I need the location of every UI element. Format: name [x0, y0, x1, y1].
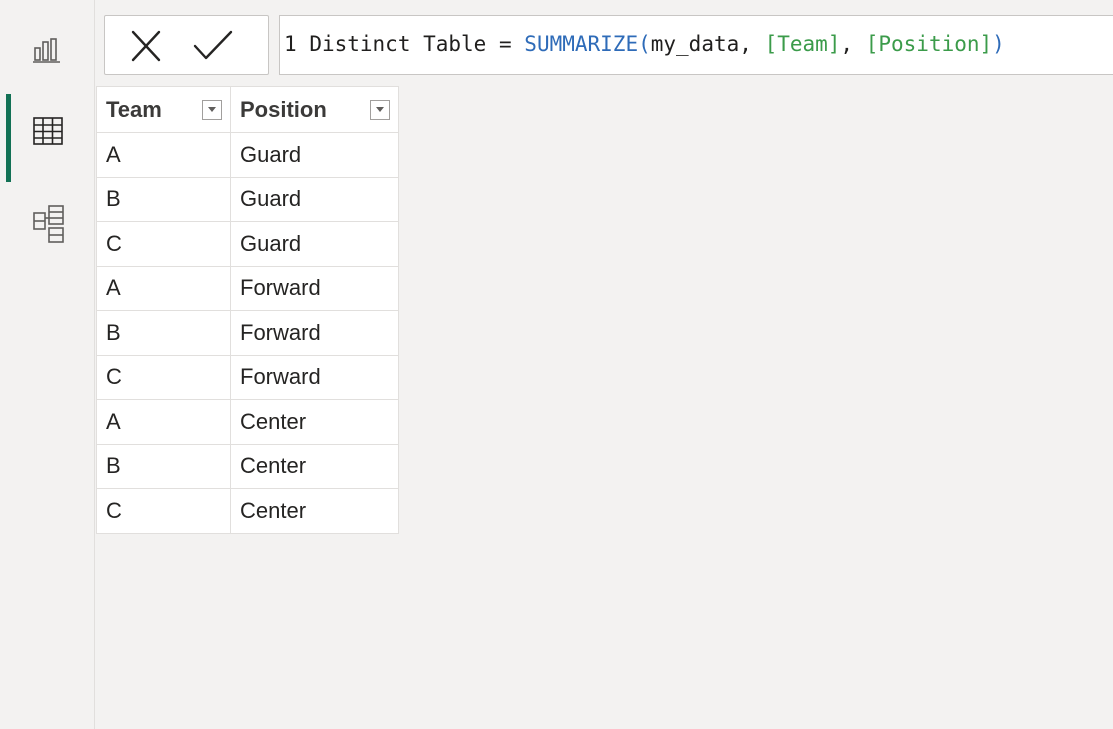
team-cell[interactable]: C: [96, 488, 231, 534]
column-header-team[interactable]: Team: [96, 86, 231, 133]
team-cell[interactable]: C: [96, 354, 231, 400]
table-icon: [33, 117, 63, 145]
model-view-button[interactable]: [0, 186, 94, 246]
column-header-position[interactable]: Position: [230, 86, 399, 133]
team-cell[interactable]: A: [96, 132, 231, 178]
function-name: SUMMARIZE: [524, 32, 639, 56]
report-view-button[interactable]: [0, 18, 94, 78]
equals-operator: =: [498, 32, 512, 56]
line-number: 1: [284, 32, 297, 56]
open-paren: (: [638, 32, 651, 56]
team-column-ref: [Team]: [764, 32, 841, 56]
column-header-label: Position: [240, 96, 327, 122]
position-cell[interactable]: Guard: [230, 132, 399, 178]
table-name: Distinct Table: [309, 32, 487, 56]
table-row: A Center: [96, 399, 399, 445]
team-cell[interactable]: B: [96, 176, 231, 222]
table-header-row: Team Position: [96, 86, 399, 133]
table-argument: my_data,: [650, 32, 752, 56]
table-row: A Forward: [96, 265, 399, 311]
data-table: Team Position A Guard B Guard C Guard A Forw…: [96, 86, 399, 534]
checkmark-icon: [193, 30, 233, 60]
table-row: B Forward: [96, 310, 399, 356]
formula-editor[interactable]: 1 Distinct Table = SUMMARIZE(my_data, [T…: [279, 15, 1113, 75]
close-paren: ): [992, 32, 1005, 56]
filter-dropdown-icon[interactable]: [202, 99, 222, 120]
team-cell[interactable]: A: [96, 265, 231, 311]
table-row: B Center: [96, 443, 399, 489]
table-row: B Guard: [96, 176, 399, 222]
table-row: C Center: [96, 488, 399, 534]
team-cell[interactable]: B: [96, 443, 231, 489]
position-column-ref: [Position]: [865, 32, 993, 56]
table-row: C Forward: [96, 354, 399, 400]
position-cell[interactable]: Guard: [230, 221, 399, 267]
model-icon: [33, 205, 64, 243]
commit-button[interactable]: [189, 28, 233, 64]
cancel-button[interactable]: [125, 28, 167, 64]
formula-actions: [104, 15, 269, 75]
team-cell[interactable]: C: [96, 221, 231, 267]
team-cell[interactable]: A: [96, 399, 231, 445]
filter-dropdown-icon[interactable]: [370, 99, 390, 120]
position-cell[interactable]: Forward: [230, 310, 399, 356]
position-cell[interactable]: Guard: [230, 176, 399, 222]
close-icon: [131, 30, 161, 62]
position-cell[interactable]: Forward: [230, 354, 399, 400]
table-row: A Guard: [96, 132, 399, 178]
data-view-button[interactable]: [0, 94, 94, 182]
bar-chart-icon: [33, 38, 60, 63]
view-rail: [0, 0, 95, 729]
position-cell[interactable]: Center: [230, 488, 399, 534]
position-cell[interactable]: Center: [230, 443, 399, 489]
column-header-label: Team: [106, 96, 162, 122]
position-cell[interactable]: Center: [230, 399, 399, 445]
table-row: C Guard: [96, 221, 399, 267]
team-cell[interactable]: B: [96, 310, 231, 356]
position-cell[interactable]: Forward: [230, 265, 399, 311]
argument-separator: ,: [840, 32, 854, 56]
